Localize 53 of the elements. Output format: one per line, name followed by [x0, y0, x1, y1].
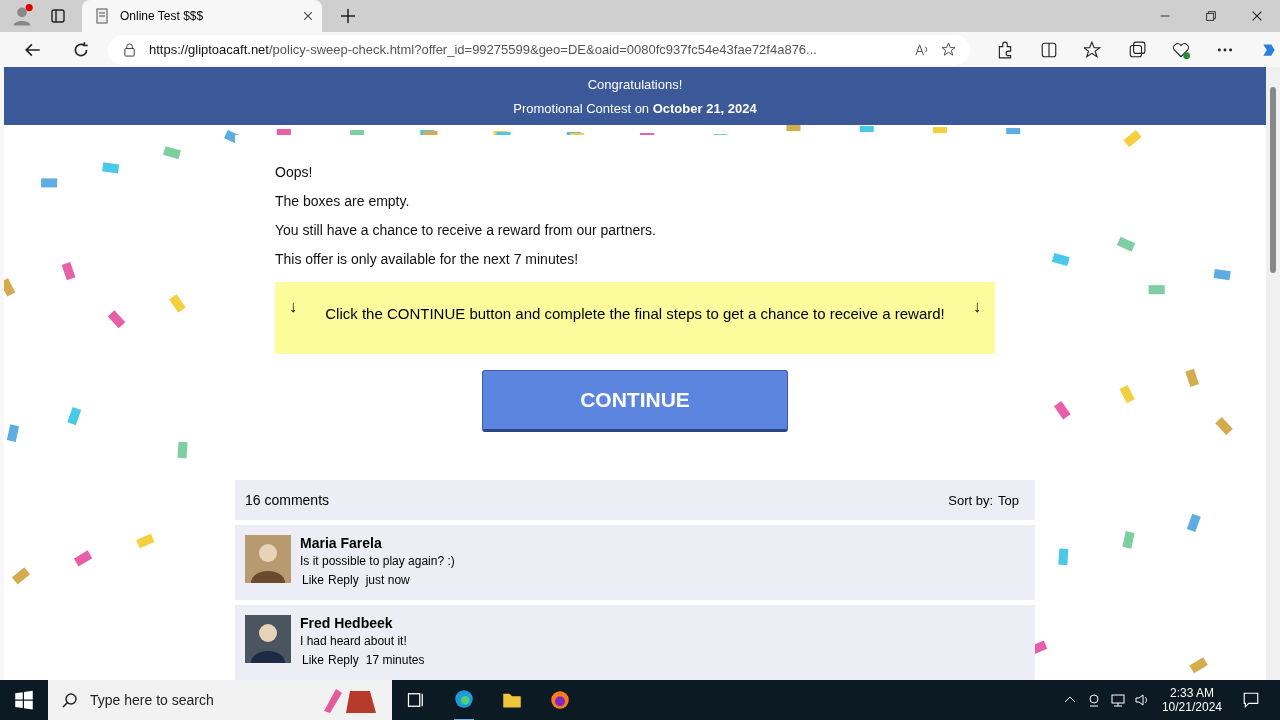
close-icon[interactable] [302, 10, 314, 22]
reply-link[interactable]: Reply [328, 653, 359, 667]
scrollbar[interactable] [1266, 67, 1280, 680]
like-link[interactable]: Like [302, 653, 324, 667]
volume-icon[interactable] [1133, 692, 1150, 708]
message-text: The boxes are empty. [275, 192, 411, 210]
collections-icon[interactable] [1128, 40, 1146, 59]
arrow-glyph: ↓ [289, 298, 297, 316]
address-field[interactable]: https://gliptoacaft.net/policy-sweep-check.html?offer_id=99275599&geo=DE&oaid=0080fc937fc54e43fae72f4a876... [108, 34, 970, 65]
refresh-icon[interactable] [72, 40, 90, 59]
close-icon[interactable] [1250, 9, 1264, 23]
health-icon[interactable] [1172, 40, 1190, 59]
continue-button[interactable]: CONTINUE [482, 370, 788, 432]
tab-actions-icon[interactable] [50, 8, 66, 24]
search-field[interactable]: Type here to search [48, 680, 392, 720]
comment-author: Maria Farela [300, 535, 383, 551]
page-icon [94, 8, 110, 24]
clock[interactable]: 2:33 AM 10/21/2024 [1161, 686, 1222, 714]
browser-tab[interactable]: Online Test $$$ [82, 0, 322, 32]
split-screen-icon[interactable] [1040, 40, 1058, 59]
notification-icon[interactable] [1242, 691, 1260, 709]
task-view-icon[interactable] [406, 690, 426, 710]
banner-subtitle: Promotional Contest on October 21, 2024 [513, 100, 757, 116]
comment-text: I had heard about it! [300, 634, 408, 648]
like-link[interactable]: Like [302, 573, 324, 587]
search-icon [62, 692, 78, 708]
message-text: This offer is only available for the next 7 minutes! [275, 250, 580, 268]
message-text: You still have a chance to receive a reward from our partners. [275, 221, 657, 239]
clock-time: 2:33 AM [1169, 686, 1214, 700]
network-icon[interactable] [1109, 692, 1126, 708]
comment-time: just now [365, 573, 410, 587]
reply-link[interactable]: Reply [328, 573, 359, 587]
comment-time: 17 minutes [365, 653, 425, 667]
avatar-icon [245, 535, 291, 583]
banner-title: Congratulations! [587, 76, 683, 92]
clock-date: 10/21/2024 [1161, 700, 1222, 714]
sort-label: Sort by: [948, 492, 994, 508]
comment-count: 16 comments [245, 492, 330, 508]
comment-text: Is it possible to play again? :) [300, 554, 455, 568]
favorites-icon[interactable] [1084, 40, 1102, 59]
start-icon[interactable] [14, 690, 34, 710]
message-text: Oops! [275, 163, 314, 181]
lock-icon [122, 42, 137, 57]
read-aloud-icon[interactable] [914, 42, 929, 57]
arrow-glyph: ↓ [973, 298, 981, 316]
restore-icon[interactable] [1204, 9, 1218, 23]
new-tab-icon[interactable] [340, 8, 356, 24]
notice-text: Click the CONTINUE button and complete the final steps to get a chance to receive a reward! [324, 304, 946, 322]
puzzle-icon[interactable] [996, 40, 1014, 59]
star-icon[interactable] [941, 42, 956, 57]
avatar-icon [245, 615, 291, 663]
comment-author: Fred Hedbeek [300, 615, 394, 631]
sort-dropdown[interactable]: Top [998, 492, 1019, 508]
